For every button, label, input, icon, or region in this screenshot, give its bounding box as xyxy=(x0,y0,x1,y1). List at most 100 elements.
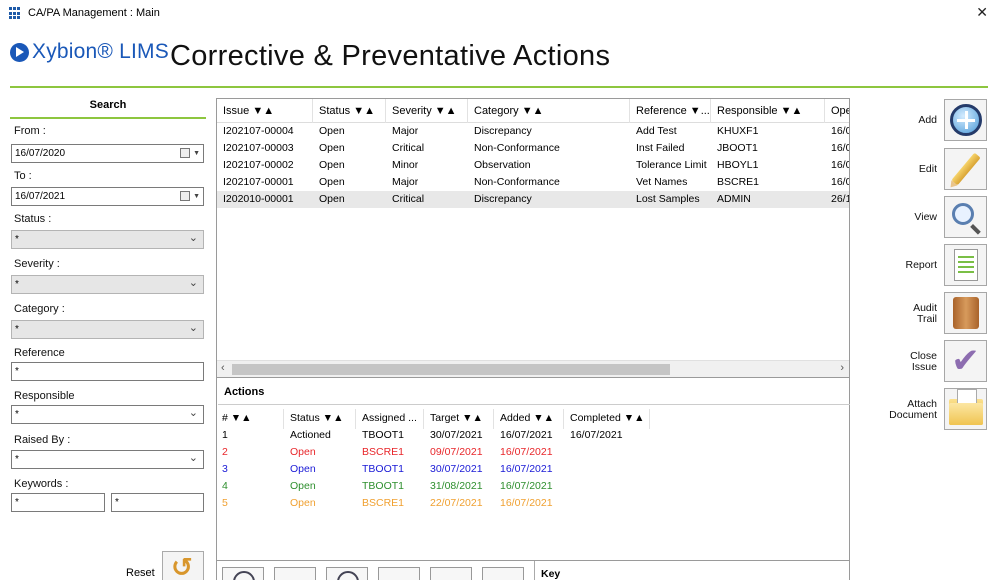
cell-target: 30/07/2021 xyxy=(430,463,483,475)
chevron-down-icon: ⌄ xyxy=(188,452,198,464)
col-number[interactable]: # ▼▲ xyxy=(216,409,284,429)
col-action-status[interactable]: Status ▼▲ xyxy=(284,409,356,429)
report-icon xyxy=(953,249,978,281)
cell-completed xyxy=(564,495,570,512)
audit-trail-button[interactable] xyxy=(944,292,987,334)
table-row[interactable]: I202107-00002 Open Minor Observation Tol… xyxy=(217,157,849,174)
cell-reference: Lost Samples xyxy=(636,193,700,205)
action-edit-button[interactable] xyxy=(274,567,316,580)
from-date-field[interactable]: 16/07/2020 ▼ xyxy=(11,144,204,163)
to-date-field[interactable]: 16/07/2021 ▼ xyxy=(11,187,204,206)
dropdown-arrow-icon: ▼ xyxy=(193,193,200,200)
window-title: CA/PA Management : Main xyxy=(28,7,160,19)
cell-action-status: Open xyxy=(290,463,316,475)
table-row[interactable]: I202107-00001 Open Major Non-Conformance… xyxy=(217,174,849,191)
reference-value: * xyxy=(15,366,19,377)
cell-action-status: Open xyxy=(290,497,316,509)
col-assigned[interactable]: Assigned ... xyxy=(356,409,424,429)
col-issue[interactable]: Issue ▼▲ xyxy=(217,99,313,123)
calendar-icon[interactable] xyxy=(180,148,190,158)
col-completed[interactable]: Completed ▼▲ xyxy=(564,409,650,429)
col-status[interactable]: Status ▼▲ xyxy=(313,99,386,123)
action-row[interactable]: 3 Open TBOOT1 30/07/2021 16/07/2021 xyxy=(216,461,650,478)
action-attach-button[interactable] xyxy=(482,567,524,580)
table-row-selected[interactable]: I202010-00001 Open Critical Discrepancy … xyxy=(217,191,849,208)
cell-completed xyxy=(564,444,570,461)
cell-number: 3 xyxy=(222,463,228,475)
calendar-icon[interactable] xyxy=(180,191,190,201)
table-row[interactable]: I202107-00004 Open Major Discrepancy Add… xyxy=(217,123,849,140)
header-divider xyxy=(10,86,988,88)
col-severity[interactable]: Severity ▼▲ xyxy=(386,99,468,123)
report-label: Report xyxy=(905,259,937,271)
report-button[interactable] xyxy=(944,244,987,286)
action-row[interactable]: 2 Open BSCRE1 09/07/2021 16/07/2021 xyxy=(216,444,650,461)
category-select[interactable]: * ⌄ xyxy=(11,320,204,339)
issues-horizontal-scrollbar[interactable]: ‹ › xyxy=(217,360,849,377)
keywords-input-1[interactable]: * xyxy=(11,493,105,512)
issues-grid[interactable]: Issue ▼▲ Status ▼▲ Severity ▼▲ Category … xyxy=(216,98,850,378)
reset-button[interactable] xyxy=(162,551,204,580)
search-divider xyxy=(10,117,206,119)
cell-opened: 26/1 xyxy=(831,193,850,205)
action-report-button[interactable] xyxy=(378,567,420,580)
cell-target: 30/07/2021 xyxy=(430,429,483,441)
cell-severity: Major xyxy=(392,125,419,137)
cell-status: Open xyxy=(319,176,345,188)
close-icon[interactable]: ✕ xyxy=(976,4,988,21)
col-category[interactable]: Category ▼▲ xyxy=(468,99,630,123)
cell-added: 16/07/2021 xyxy=(500,463,553,475)
action-row[interactable]: 4 Open TBOOT1 31/08/2021 16/07/2021 xyxy=(216,478,650,495)
scroll-right-icon[interactable]: › xyxy=(840,362,844,374)
to-date-value: 16/07/2021 xyxy=(15,191,66,202)
cell-status: Open xyxy=(319,193,345,205)
severity-select[interactable]: * ⌄ xyxy=(11,275,204,294)
cell-severity: Major xyxy=(392,176,419,188)
attach-label-line-2: Document xyxy=(889,409,937,421)
col-added[interactable]: Added ▼▲ xyxy=(494,409,564,429)
col-responsible[interactable]: Responsible ▼▲ xyxy=(711,99,825,123)
edit-button[interactable] xyxy=(944,148,987,190)
edit-label: Edit xyxy=(918,163,937,175)
cell-issue: I202107-00001 xyxy=(223,176,294,188)
responsible-label: Responsible xyxy=(14,390,75,402)
action-view-button[interactable] xyxy=(326,567,368,580)
status-select[interactable]: * ⌄ xyxy=(11,230,204,249)
close-issue-button[interactable]: ✔ xyxy=(944,340,987,382)
reference-input[interactable]: * xyxy=(11,362,204,381)
responsible-select[interactable]: * ⌄ xyxy=(11,405,204,424)
chevron-down-icon: ⌄ xyxy=(188,407,198,419)
cell-completed xyxy=(564,461,570,478)
view-button[interactable] xyxy=(944,196,987,238)
cell-number: 4 xyxy=(222,480,228,492)
raised-by-select[interactable]: * ⌄ xyxy=(11,450,204,469)
cell-responsible: HBOYL1 xyxy=(717,159,759,171)
cell-category: Non-Conformance xyxy=(474,176,560,188)
audit-label-line-2: Trail xyxy=(916,313,937,325)
action-audit-button[interactable] xyxy=(430,567,472,580)
action-add-button[interactable] xyxy=(222,567,264,580)
action-row[interactable]: 5 Open BSCRE1 22/07/2021 16/07/2021 xyxy=(216,495,650,512)
attach-document-button[interactable] xyxy=(944,388,987,430)
cell-assigned: BSCRE1 xyxy=(362,446,405,458)
cell-responsible: BSCRE1 xyxy=(717,176,760,188)
cell-added: 16/07/2021 xyxy=(500,446,553,458)
cell-added: 16/07/2021 xyxy=(500,480,553,492)
scroll-left-icon[interactable]: ‹ xyxy=(221,362,225,374)
page-title: Corrective & Preventative Actions xyxy=(170,40,611,72)
action-row[interactable]: 1 Actioned TBOOT1 30/07/2021 16/07/2021 … xyxy=(216,427,650,444)
issues-header: Issue ▼▲ Status ▼▲ Severity ▼▲ Category … xyxy=(217,99,849,123)
add-button[interactable] xyxy=(944,99,987,141)
close-issue-label: Close Issue xyxy=(910,351,937,373)
search-panel-title: Search xyxy=(89,99,127,111)
col-opened[interactable]: Ope xyxy=(825,99,849,123)
col-target[interactable]: Target ▼▲ xyxy=(424,409,494,429)
keywords-input-2[interactable]: * xyxy=(111,493,204,512)
table-row[interactable]: I202107-00003 Open Critical Non-Conforma… xyxy=(217,140,849,157)
cell-issue: I202010-00001 xyxy=(223,193,294,205)
responsible-value: * xyxy=(15,409,19,420)
cell-completed: 16/07/2021 xyxy=(570,429,623,441)
scrollbar-thumb[interactable] xyxy=(232,364,670,375)
status-label: Status : xyxy=(14,213,52,225)
col-reference[interactable]: Reference ▼... xyxy=(630,99,711,123)
